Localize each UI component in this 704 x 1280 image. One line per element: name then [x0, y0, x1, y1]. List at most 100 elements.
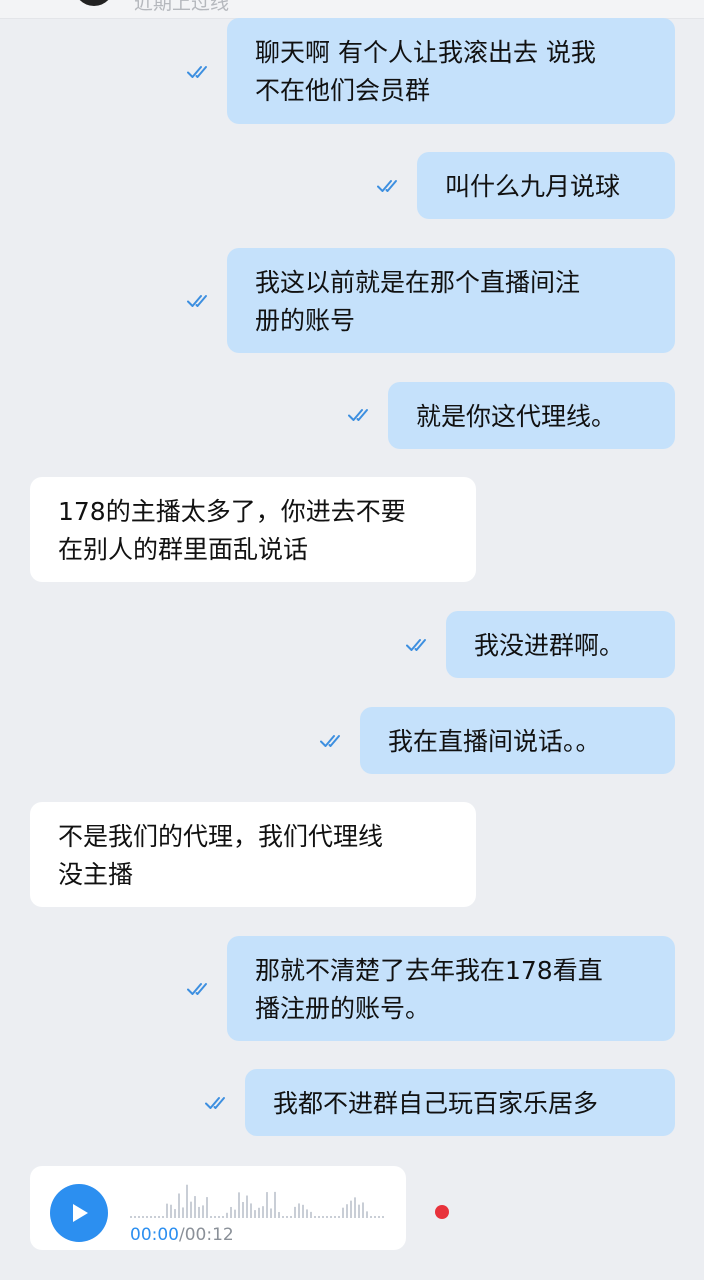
waveform-bar [202, 1205, 204, 1218]
waveform-bar [194, 1196, 196, 1218]
waveform-bar [190, 1201, 192, 1218]
waveform-bar [358, 1204, 360, 1218]
message-bubble-outgoing[interactable]: 那就不清楚了去年我在178看直 播注册的账号。 [227, 936, 675, 1041]
waveform-bar [186, 1184, 188, 1218]
waveform-bar [258, 1207, 260, 1218]
double-check-icon [205, 1096, 231, 1110]
waveform-bar [318, 1216, 320, 1218]
waveform-bar [246, 1195, 248, 1218]
message-bubble-outgoing[interactable]: 叫什么九月说球 [417, 152, 675, 219]
waveform-bar [242, 1202, 244, 1218]
waveform-bar [362, 1202, 364, 1218]
waveform-bar [214, 1216, 216, 1218]
message-bubble-outgoing[interactable]: 就是你这代理线。 [388, 382, 675, 449]
message-text-line: 不是我们的代理，我们代理线 [58, 822, 384, 851]
message-bubble-outgoing[interactable]: 我这以前就是在那个直播间注 册的账号 [227, 248, 675, 353]
avatar[interactable] [74, 0, 114, 6]
double-check-icon [406, 638, 432, 652]
waveform-bar [154, 1216, 156, 1218]
message-text-line: 就是你这代理线。 [416, 402, 617, 431]
waveform-bar [298, 1203, 300, 1218]
double-check-icon [187, 294, 213, 308]
message-text-line: 我在直播间说话。。 [388, 727, 601, 756]
waveform-bar [130, 1216, 132, 1218]
play-button[interactable] [50, 1184, 108, 1242]
voice-time: 00:00/00:12 [130, 1224, 234, 1246]
waveform-bar [370, 1216, 372, 1218]
waveform-bar [374, 1216, 376, 1218]
waveform-bar [294, 1206, 296, 1218]
waveform-bar [314, 1216, 316, 1218]
waveform-bar [226, 1212, 228, 1218]
waveform-bar [366, 1211, 368, 1218]
message-text-line: 我都不进群自己玩百家乐居多 [273, 1089, 599, 1118]
message-text-line: 没主播 [58, 860, 134, 889]
waveform-bar [210, 1216, 212, 1218]
waveform-bar [334, 1216, 336, 1218]
waveform-bar [382, 1216, 384, 1218]
message-text-line: 我这以前就是在那个直播间注 [255, 268, 581, 297]
message-text-line: 那就不清楚了去年我在178看直 [255, 956, 603, 985]
waveform-bar [290, 1216, 292, 1218]
message-bubble-outgoing[interactable]: 聊天啊 有个人让我滚出去 说我 不在他们会员群 [227, 18, 675, 124]
waveform-bar [174, 1209, 176, 1218]
message-bubble-incoming[interactable]: 178的主播太多了，你进去不要 在别人的群里面乱说话 [30, 477, 476, 582]
waveform-bar [342, 1207, 344, 1218]
message-text-line: 不在他们会员群 [255, 76, 431, 105]
waveform-bar [222, 1216, 224, 1218]
double-check-icon [348, 408, 374, 422]
waveform-bar [250, 1203, 252, 1218]
waveform-bar [262, 1206, 264, 1218]
waveform-bar [302, 1204, 304, 1218]
waveform-bar [350, 1200, 352, 1218]
chat-header: 近期上过线 [0, 0, 704, 19]
message-text-line: 178的主播太多了，你进去不要 [58, 497, 406, 526]
waveform-bar [142, 1216, 144, 1218]
waveform-bar [346, 1204, 348, 1218]
waveform-bar [170, 1204, 172, 1218]
waveform-bar [238, 1192, 240, 1218]
double-check-icon [187, 65, 213, 79]
double-check-icon [377, 179, 403, 193]
waveform-bar [206, 1197, 208, 1218]
message-text-line: 在别人的群里面乱说话 [58, 535, 309, 564]
waveform-bar [166, 1203, 168, 1218]
message-bubble-outgoing[interactable]: 我没进群啊。 [446, 611, 675, 678]
message-text-line: 聊天啊 有个人让我滚出去 说我 [255, 38, 596, 67]
voice-waveform[interactable] [130, 1180, 388, 1218]
waveform-bar [282, 1216, 284, 1218]
waveform-bar [274, 1191, 276, 1218]
message-bubble-outgoing[interactable]: 我在直播间说话。。 [360, 707, 675, 774]
waveform-bar [310, 1211, 312, 1218]
waveform-bar [266, 1192, 268, 1218]
waveform-bar [338, 1216, 340, 1218]
waveform-bar [182, 1207, 184, 1218]
voice-current-time: 00:00 [130, 1225, 179, 1245]
waveform-bar [138, 1216, 140, 1218]
waveform-bar [354, 1197, 356, 1218]
waveform-bar [158, 1216, 160, 1218]
double-check-icon [187, 982, 213, 996]
play-icon [73, 1204, 88, 1222]
message-text-line: 叫什么九月说球 [445, 172, 621, 201]
waveform-bar [278, 1212, 280, 1218]
waveform-bar [150, 1216, 152, 1218]
message-bubble-outgoing[interactable]: 我都不进群自己玩百家乐居多 [245, 1069, 675, 1136]
contact-status: 近期上过线 [134, 0, 230, 14]
message-bubble-incoming[interactable]: 不是我们的代理，我们代理线 没主播 [30, 802, 476, 907]
unread-dot [435, 1205, 449, 1219]
waveform-bar [134, 1216, 136, 1218]
message-text-line: 我没进群啊。 [474, 631, 625, 660]
waveform-bar [330, 1216, 332, 1218]
message-text-line: 册的账号 [255, 306, 356, 335]
waveform-bar [326, 1216, 328, 1218]
waveform-bar [270, 1208, 272, 1218]
waveform-bar [218, 1216, 220, 1218]
waveform-bar [234, 1209, 236, 1218]
double-check-icon [320, 734, 346, 748]
voice-message[interactable]: 00:00/00:12 [30, 1166, 406, 1250]
message-text-line: 播注册的账号。 [255, 994, 431, 1023]
waveform-bar [286, 1216, 288, 1218]
waveform-bar [322, 1216, 324, 1218]
waveform-bar [254, 1210, 256, 1218]
